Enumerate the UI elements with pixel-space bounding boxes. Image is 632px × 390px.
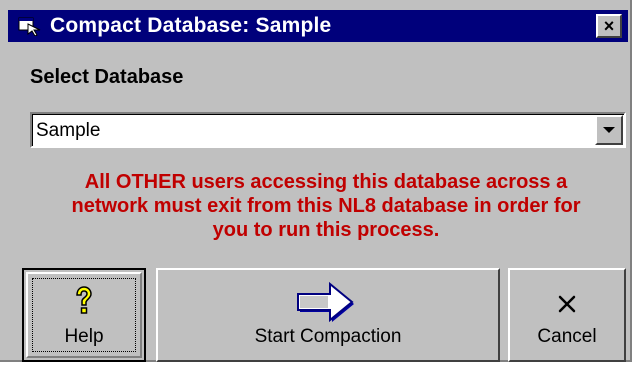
help-button[interactable]: Help	[22, 268, 146, 362]
start-compaction-button[interactable]: Start Compaction	[156, 268, 500, 362]
dropdown-arrow-icon	[603, 127, 615, 133]
cancel-icon-wrap	[510, 294, 624, 314]
database-select[interactable]: Sample	[30, 112, 626, 148]
warning-line-2: network must exit from this NL8 database…	[71, 195, 581, 217]
dropdown-button[interactable]	[595, 115, 623, 145]
compact-database-dialog: Compact Database: Sample × Select Databa…	[0, 0, 632, 362]
close-button[interactable]: ×	[596, 14, 622, 38]
warning-line-1: All OTHER users accessing this database …	[84, 171, 568, 193]
warning-line-3: you to run this process.	[212, 219, 440, 241]
cancel-button[interactable]: Cancel	[508, 268, 626, 362]
select-database-label: Select Database	[30, 66, 184, 88]
right-arrow-icon	[297, 281, 354, 323]
question-mark-icon	[76, 286, 92, 314]
database-select-field	[32, 114, 624, 146]
help-icon-wrap	[24, 286, 144, 316]
window-title: Compact Database: Sample	[50, 14, 332, 37]
close-icon: ×	[603, 15, 615, 36]
close-x-icon	[558, 295, 576, 313]
start-compaction-label: Start Compaction	[254, 326, 402, 347]
start-icon-wrap	[158, 280, 498, 324]
help-button-label: Help	[64, 326, 104, 347]
database-select-value: Sample	[36, 120, 101, 141]
title-bar[interactable]: Compact Database: Sample ×	[8, 10, 628, 42]
cancel-button-label: Cancel	[537, 326, 597, 347]
warning-message: All OTHER users accessing this database …	[20, 170, 632, 242]
app-window-icon	[16, 14, 44, 38]
